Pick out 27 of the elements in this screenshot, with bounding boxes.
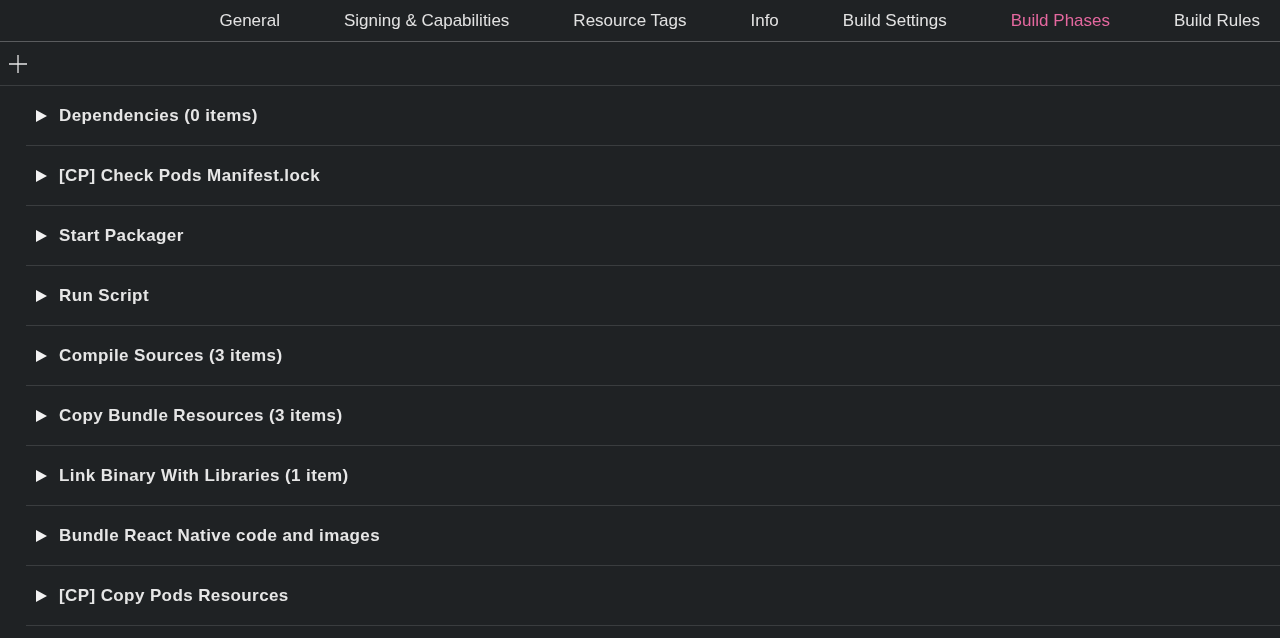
phase-title: Copy Bundle Resources (3 items)	[59, 404, 343, 427]
tab[interactable]: Build Phases	[1010, 9, 1110, 32]
build-phase-row[interactable]: [CP] Check Pods Manifest.lock	[26, 155, 328, 196]
build-phase-row[interactable]: Copy Bundle Resources (3 items)	[26, 395, 351, 436]
phase-title: [CP] Check Pods Manifest.lock	[59, 164, 320, 187]
add-button[interactable]	[8, 53, 28, 74]
build-phase-row[interactable]: Compile Sources (3 items)	[26, 335, 291, 376]
build-phase-row[interactable]: Link Binary With Libraries (1 item)	[26, 455, 357, 496]
build-phase-row[interactable]: Run Script	[26, 275, 157, 316]
tab[interactable]: General	[219, 9, 280, 32]
build-phase-row[interactable]: Dependencies (0 items)	[26, 95, 266, 136]
phase-title: Run Script	[59, 284, 149, 307]
phase-title: Link Binary With Libraries (1 item)	[59, 464, 349, 487]
phase-title: Dependencies (0 items)	[59, 104, 258, 127]
tab[interactable]: Info	[750, 9, 779, 32]
plus-icon	[9, 54, 27, 73]
phase-title: [CP] Copy Pods Resources	[59, 584, 289, 607]
tab[interactable]: Resource Tags	[573, 9, 687, 32]
build-phase-row[interactable]: Start Packager	[26, 215, 192, 256]
tab[interactable]: Build Settings	[842, 9, 947, 32]
build-phase-row[interactable]: [CP] Copy Pods Resources	[26, 575, 297, 616]
build-phase-row[interactable]: Bundle React Native code and images	[26, 515, 389, 556]
phase-title: Start Packager	[59, 224, 184, 247]
tab[interactable]: Build Rules	[1174, 9, 1260, 32]
phase-title: Compile Sources (3 items)	[59, 344, 283, 367]
tab[interactable]: Signing & Capabilities	[343, 9, 510, 32]
phase-title: Bundle React Native code and images	[59, 524, 381, 547]
